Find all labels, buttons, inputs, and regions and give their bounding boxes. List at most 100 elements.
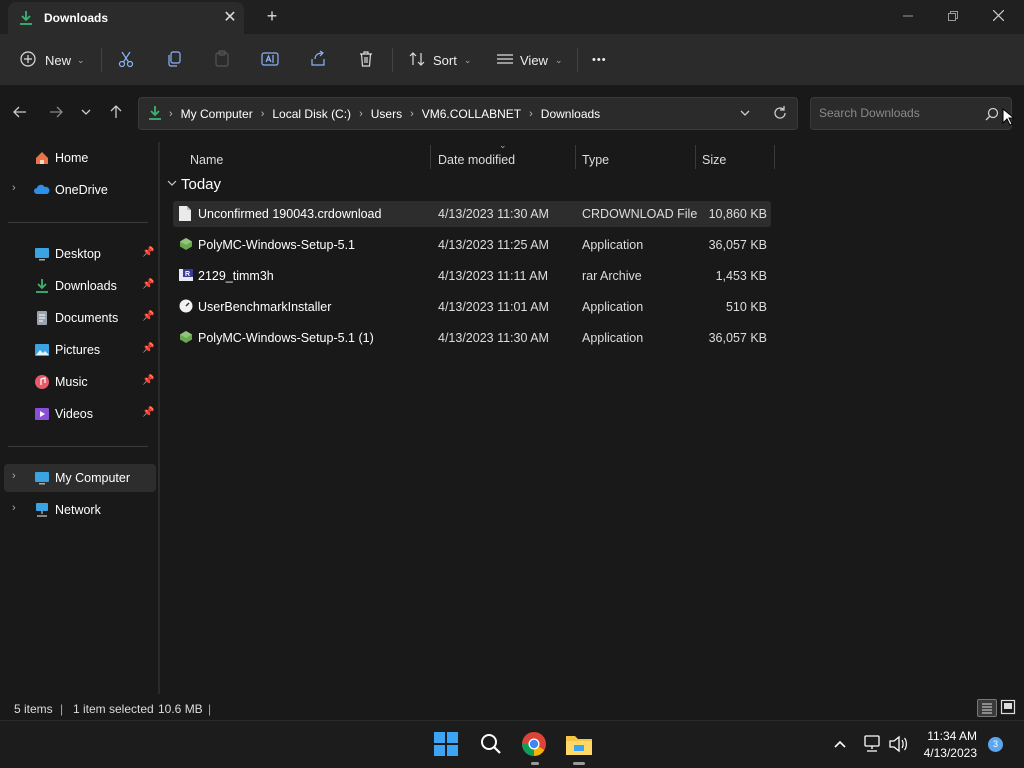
sidebar-item-music[interactable]: Music 📌 (4, 368, 156, 396)
pin-icon[interactable]: 📌 (142, 375, 154, 386)
video-icon (34, 406, 50, 422)
minimize-icon[interactable] (898, 6, 918, 26)
running-indicator (531, 762, 539, 765)
breadcrumb-local-disk[interactable]: Local Disk (C:) (272, 107, 351, 121)
sidebar-item-videos[interactable]: Videos 📌 (4, 400, 156, 428)
share-button[interactable] (309, 46, 327, 74)
sidebar-item-desktop[interactable]: Desktop 📌 (4, 240, 156, 268)
chevron-down-icon: ⌄ (77, 54, 85, 65)
chevron-down-icon: ⌄ (463, 54, 472, 65)
search-icon[interactable] (478, 731, 506, 759)
file-size: 510 KB (725, 300, 767, 314)
column-resize-handle[interactable] (430, 145, 431, 169)
sidebar-item-pictures[interactable]: Pictures 📌 (4, 336, 156, 364)
file-size: 36,057 KB (708, 331, 767, 345)
column-header-size[interactable]: Size (702, 147, 726, 173)
table-row[interactable]: UserBenchmarkInstaller 4/13/2023 11:01 A… (173, 294, 771, 320)
maximize-icon[interactable] (943, 6, 963, 26)
plus-circle-icon (20, 50, 36, 70)
sidebar-item-label: Desktop (55, 247, 101, 261)
notification-badge[interactable]: 3 (988, 737, 1003, 752)
desktop-icon (34, 246, 50, 262)
search-box[interactable] (810, 97, 1012, 130)
table-row[interactable]: Unconfirmed 190043.crdownload 4/13/2023 … (173, 201, 771, 227)
view-label: View (520, 52, 548, 68)
delete-button[interactable] (357, 46, 375, 74)
details-view-icon[interactable] (977, 699, 997, 717)
network-status-icon[interactable] (862, 735, 882, 756)
column-resize-handle[interactable] (575, 145, 576, 169)
sort-indicator-chevron-icon: ⌄ (499, 140, 507, 150)
clock-date[interactable]: 4/13/2023 (919, 746, 977, 760)
sidebar-item-label: Home (55, 151, 89, 165)
clock-time[interactable]: 11:34 AM (921, 729, 977, 743)
file-explorer-folder-icon[interactable] (565, 731, 593, 759)
back-arrow-icon[interactable] (10, 104, 30, 124)
column-header-name[interactable]: Name (190, 147, 223, 173)
column-header-type[interactable]: Type (582, 147, 609, 173)
volume-icon[interactable] (888, 735, 908, 756)
file-explorer-window: Downloads ✕ + New ⌄ Sort ⌄ View ⌄ ••• › … (0, 0, 1024, 720)
table-row[interactable]: PolyMC-Windows-Setup-5.1 (1) 4/13/2023 1… (173, 325, 771, 351)
pin-icon[interactable]: 📌 (142, 311, 154, 322)
close-icon[interactable] (988, 6, 1008, 26)
pin-icon[interactable]: 📌 (142, 279, 154, 290)
new-button[interactable]: New ⌄ (20, 46, 85, 74)
sidebar-item-my-computer[interactable]: › My Computer (4, 464, 156, 492)
up-arrow-icon[interactable] (106, 104, 126, 124)
breadcrumb-user-folder[interactable]: VM6.COLLABNET (422, 107, 521, 121)
breadcrumb-my-computer[interactable]: My Computer (181, 107, 253, 121)
chevron-right-icon: › (260, 108, 265, 120)
tiles-view-icon[interactable] (1000, 699, 1018, 717)
more-options-button[interactable]: ••• (592, 46, 607, 74)
polymc-icon (179, 330, 193, 346)
benchmark-icon (179, 299, 193, 315)
tab-close-button[interactable]: ✕ (220, 8, 240, 28)
address-history-chevron-icon[interactable] (739, 107, 751, 122)
refresh-icon[interactable] (772, 105, 788, 124)
search-icon[interactable] (985, 107, 999, 124)
tab-downloads[interactable]: Downloads ✕ (8, 2, 244, 34)
start-button-windows-icon[interactable] (433, 731, 461, 759)
copy-button[interactable] (165, 46, 183, 74)
chrome-icon[interactable] (521, 731, 549, 759)
view-icon (496, 50, 514, 71)
network-icon (34, 502, 50, 518)
pin-icon[interactable]: 📌 (142, 343, 154, 354)
status-divider: | (208, 702, 212, 716)
forward-arrow-icon[interactable] (46, 104, 66, 124)
breadcrumb-users[interactable]: Users (371, 107, 402, 121)
new-tab-button[interactable]: + (262, 6, 282, 26)
computer-icon (34, 470, 50, 486)
rename-button[interactable] (261, 46, 279, 74)
sidebar-item-home[interactable]: Home (4, 144, 156, 172)
address-bar[interactable]: › My Computer › Local Disk (C:) › Users … (138, 97, 798, 130)
table-row[interactable]: PolyMC-Windows-Setup-5.1 4/13/2023 11:25… (173, 232, 771, 258)
toolbar-divider (577, 48, 578, 72)
view-button[interactable]: View ⌄ (496, 46, 563, 74)
search-input[interactable] (819, 106, 979, 120)
table-row[interactable]: R 2129_timm3h 4/13/2023 11:11 AM rar Arc… (173, 263, 771, 289)
pin-icon[interactable]: 📌 (142, 407, 154, 418)
chevron-right-icon[interactable]: › (12, 470, 16, 482)
sidebar-item-downloads[interactable]: Downloads 📌 (4, 272, 156, 300)
sidebar-item-network[interactable]: › Network (4, 496, 156, 524)
chevron-right-icon: › (169, 108, 173, 120)
sidebar-item-documents[interactable]: Documents 📌 (4, 304, 156, 332)
column-resize-handle[interactable] (695, 145, 696, 169)
paste-button[interactable] (213, 46, 231, 74)
cut-button[interactable] (117, 46, 135, 74)
sidebar-item-onedrive[interactable]: › OneDrive (4, 176, 156, 204)
breadcrumb-downloads[interactable]: Downloads (541, 107, 600, 121)
column-resize-handle[interactable] (774, 145, 775, 169)
download-icon (147, 105, 163, 124)
chevron-right-icon[interactable]: › (12, 502, 16, 514)
recent-locations-chevron-icon[interactable] (76, 104, 96, 124)
show-hidden-icons-chevron-icon[interactable] (833, 737, 847, 754)
group-header-today[interactable]: Today (166, 176, 221, 193)
chevron-right-icon[interactable]: › (12, 182, 16, 194)
sort-button[interactable]: Sort ⌄ (408, 46, 471, 74)
file-size: 1,453 KB (715, 269, 767, 283)
sidebar-item-label: OneDrive (55, 183, 108, 197)
pin-icon[interactable]: 📌 (142, 247, 154, 258)
